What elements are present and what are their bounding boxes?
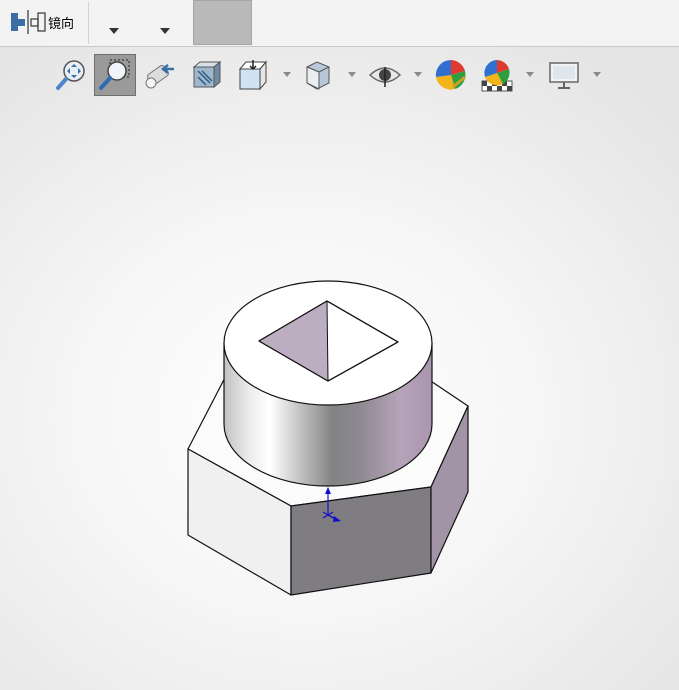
hex-front-face[interactable] [290, 486, 432, 596]
graphics-area[interactable] [0, 0, 679, 690]
hex-nut-model[interactable] [187, 280, 469, 596]
